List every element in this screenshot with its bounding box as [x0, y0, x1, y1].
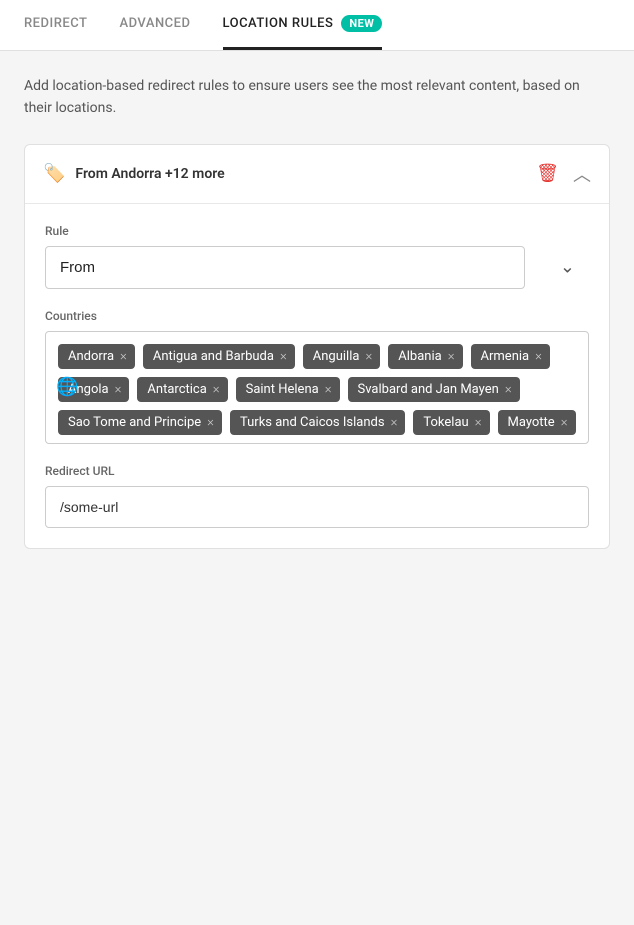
rule-card-body: Rule From ⌄ Countries 🌐 Andorra×Antigua … — [25, 204, 609, 548]
list-item: Tokelau × — [413, 410, 489, 435]
remove-country-button[interactable]: × — [115, 383, 122, 396]
tag-icon: 🏷️ — [43, 163, 65, 184]
remove-country-button[interactable]: × — [561, 416, 568, 429]
remove-country-button[interactable]: × — [505, 383, 512, 396]
tab-location-rules-badge: NEW — [341, 15, 382, 32]
country-tag-label: Anguilla — [313, 349, 360, 364]
country-tag-label: Antigua and Barbuda — [153, 349, 274, 364]
tab-location-rules[interactable]: Location Rules NEW — [223, 0, 383, 50]
collapse-rule-button[interactable]: ︿ — [573, 161, 591, 187]
redirect-url-label: Redirect URL — [45, 464, 589, 478]
rule-field-label: Rule — [45, 224, 589, 238]
countries-box[interactable]: 🌐 Andorra×Antigua and Barbuda×Anguilla×A… — [45, 331, 589, 444]
list-item: Antigua and Barbuda × — [143, 344, 295, 369]
country-tag-label: Mayotte — [508, 415, 555, 430]
list-item: Svalbard and Jan Mayen × — [348, 377, 520, 402]
remove-country-button[interactable]: × — [120, 350, 127, 363]
country-tag-label: Sao Tome and Principe — [68, 415, 201, 430]
remove-country-button[interactable]: × — [365, 350, 372, 363]
rule-select-wrapper: From ⌄ — [45, 246, 589, 289]
list-item: Turks and Caicos Islands × — [230, 410, 405, 435]
remove-country-button[interactable]: × — [207, 416, 214, 429]
rule-card-title: From Andorra +12 more — [75, 166, 526, 182]
select-chevron-icon: ⌄ — [560, 257, 575, 278]
page-description: Add location-based redirect rules to ens… — [24, 75, 610, 120]
country-tag-label: Saint Helena — [246, 382, 319, 397]
country-tag-label: Albania — [398, 349, 441, 364]
list-item: Andorra × — [58, 344, 135, 369]
rule-card-actions: 🗑 ︿ — [536, 161, 591, 187]
remove-country-button[interactable]: × — [280, 350, 287, 363]
globe-icon: 🌐 — [56, 377, 78, 398]
tab-redirect[interactable]: Redirect — [24, 0, 87, 50]
page-content: Add location-based redirect rules to ens… — [0, 51, 634, 573]
tab-location-rules-label: Location Rules — [223, 16, 334, 31]
list-item: Mayotte × — [498, 410, 576, 435]
tabs-nav: Redirect Advanced Location Rules NEW — [0, 0, 634, 51]
list-item: Armenia × — [471, 344, 550, 369]
countries-field-label: Countries — [45, 309, 589, 323]
country-tag-label: Armenia — [481, 349, 530, 364]
country-tag-label: Andorra — [68, 349, 114, 364]
country-tag-label: Turks and Caicos Islands — [240, 415, 385, 430]
remove-country-button[interactable]: × — [213, 383, 220, 396]
list-item: Albania × — [388, 344, 462, 369]
country-tag-label: Antarctica — [147, 382, 206, 397]
redirect-url-input[interactable] — [45, 486, 589, 528]
remove-country-button[interactable]: × — [535, 350, 542, 363]
list-item: Saint Helena × — [236, 377, 340, 402]
remove-country-button[interactable]: × — [391, 416, 398, 429]
rule-select[interactable]: From — [45, 246, 525, 289]
country-tag-label: Svalbard and Jan Mayen — [358, 382, 499, 397]
remove-country-button[interactable]: × — [448, 350, 455, 363]
list-item: Anguilla × — [303, 344, 381, 369]
delete-rule-button[interactable]: 🗑 — [536, 163, 559, 184]
tab-advanced[interactable]: Advanced — [119, 0, 190, 50]
list-item: Antarctica × — [137, 377, 227, 402]
list-item: Sao Tome and Principe × — [58, 410, 222, 435]
remove-country-button[interactable]: × — [325, 383, 332, 396]
rule-card-header: 🏷️ From Andorra +12 more 🗑 ︿ — [25, 145, 609, 204]
remove-country-button[interactable]: × — [475, 416, 482, 429]
country-tag-label: Tokelau — [423, 415, 468, 430]
rule-card: 🏷️ From Andorra +12 more 🗑 ︿ Rule From ⌄… — [24, 144, 610, 549]
